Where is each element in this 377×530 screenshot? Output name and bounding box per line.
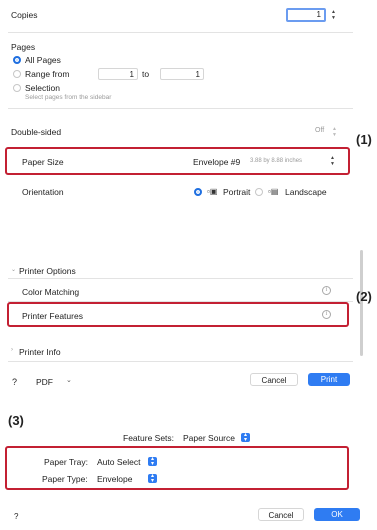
selection-label: Selection <box>25 83 60 93</box>
callout-2: (2) <box>356 289 372 304</box>
range-radio[interactable] <box>13 70 21 78</box>
range-to-input[interactable]: 1 <box>160 68 204 80</box>
landscape-icon: ▫▤ <box>268 187 279 196</box>
paper-tray-arrows-icon[interactable]: ▴ ▾ <box>148 456 157 467</box>
orientation-label: Orientation <box>22 187 64 197</box>
pdf-menu[interactable]: PDF <box>36 377 53 387</box>
paper-tray-popup[interactable]: Auto Select <box>97 457 140 467</box>
portrait-icon: ▫▣ <box>207 187 218 196</box>
portrait-label: Portrait <box>223 187 251 197</box>
callout-1: (1) <box>356 132 372 147</box>
color-matching-info-icon[interactable]: i <box>322 286 331 295</box>
range-to-label: to <box>142 69 150 79</box>
feature-sets-label: Feature Sets: <box>123 433 175 443</box>
ok-button[interactable]: OK <box>314 508 360 521</box>
copies-input[interactable]: 1 <box>286 8 326 22</box>
all-pages-radio[interactable] <box>13 56 21 64</box>
paper-size-arrows-icon[interactable]: ▲ ▼ <box>329 155 336 167</box>
range-from-input[interactable]: 1 <box>98 68 138 80</box>
copies-label: Copies <box>11 10 38 20</box>
feature-sets-arrows-icon[interactable]: ▴ ▾ <box>241 432 250 443</box>
landscape-radio[interactable] <box>255 188 263 196</box>
printer-info-label[interactable]: Printer Info <box>19 347 61 357</box>
chevron-down-icon: ⌄ <box>11 267 17 273</box>
selection-radio[interactable] <box>13 84 21 92</box>
selection-hint: Select pages from the sidebar <box>25 94 112 101</box>
paper-type-arrows-icon[interactable]: ▴ ▾ <box>148 473 157 484</box>
landscape-label: Landscape <box>285 187 327 197</box>
cancel-button[interactable]: Cancel <box>250 373 298 386</box>
paper-size-dimensions: 3.88 by 8.88 inches <box>250 158 303 164</box>
pdf-chevron-icon: ⌄ <box>66 377 72 384</box>
range-from-label: Range from <box>25 69 70 79</box>
callout-3: (3) <box>8 413 24 428</box>
printer-features-label[interactable]: Printer Features <box>22 311 83 321</box>
printer-options-label[interactable]: Printer Options <box>19 266 76 276</box>
double-sided-value[interactable]: Off <box>315 127 324 134</box>
printer-features-info-icon[interactable]: i <box>322 310 331 319</box>
copies-stepper[interactable]: ▲ ▼ <box>330 9 337 21</box>
color-matching-label[interactable]: Color Matching <box>22 287 79 297</box>
all-pages-label: All Pages <box>25 55 61 65</box>
double-sided-label: Double-sided <box>11 127 62 137</box>
cancel-button-2[interactable]: Cancel <box>258 508 304 521</box>
portrait-radio[interactable] <box>194 188 202 196</box>
print-button[interactable]: Print <box>308 373 350 386</box>
paper-type-label: Paper Type: <box>42 474 88 484</box>
help-button[interactable]: ? <box>12 377 17 387</box>
feature-sets-popup[interactable]: Paper Source <box>183 433 235 443</box>
help-button-2[interactable]: ? <box>14 512 18 521</box>
chevron-right-icon: › <box>11 347 13 353</box>
paper-size-value[interactable]: Envelope #9 <box>193 157 240 167</box>
double-sided-arrows-icon: ▲ ▼ <box>332 126 337 138</box>
paper-tray-label: Paper Tray: <box>44 457 88 467</box>
paper-size-label: Paper Size <box>22 157 64 167</box>
paper-type-popup[interactable]: Envelope <box>97 474 132 484</box>
pages-label: Pages <box>11 42 36 52</box>
